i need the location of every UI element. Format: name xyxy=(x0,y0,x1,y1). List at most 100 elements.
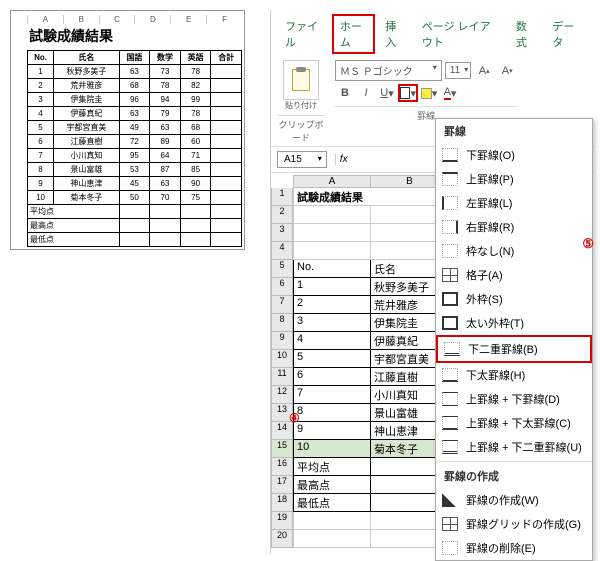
border-menu-item[interactable]: 格子(A) xyxy=(436,263,592,287)
border-menu-item[interactable]: 罫線グリッドの作成(G) xyxy=(436,512,592,536)
border-menu-item[interactable]: 枠なし(N) xyxy=(436,239,592,263)
underline-button[interactable]: U▾ xyxy=(377,84,397,102)
border-menu-item[interactable]: 下太罫線(H) xyxy=(436,363,592,387)
border-menu-item[interactable]: 上罫線 + 下罫線(D) xyxy=(436,387,592,411)
pen-icon xyxy=(442,493,458,507)
font-name-select[interactable]: ＭＳ Ｐゴシック xyxy=(335,60,442,81)
border-menu-item[interactable]: 左罫線(L) xyxy=(436,191,592,215)
tab-insert[interactable]: 挿入 xyxy=(377,14,411,54)
name-box[interactable]: A15 xyxy=(277,151,327,168)
cell[interactable]: 8 xyxy=(293,404,371,422)
tab-pagelayout[interactable]: ページ レイアウト xyxy=(414,14,506,54)
row-header[interactable]: 15 xyxy=(271,440,293,458)
row-header[interactable]: 2 xyxy=(271,206,293,224)
cell[interactable]: 10 xyxy=(293,440,371,458)
cell[interactable]: 7 xyxy=(293,386,371,404)
row-header[interactable]: 5 xyxy=(271,260,293,278)
menu-item-label: 下太罫線(H) xyxy=(466,367,525,383)
font-color-button[interactable]: A▾ xyxy=(440,84,460,102)
border-menu-item[interactable]: 上罫線 + 下二重罫線(U) xyxy=(436,435,592,459)
border-menu-item[interactable]: 外枠(S) xyxy=(436,287,592,311)
border-menu-item[interactable]: 罫線の削除(E) xyxy=(436,536,592,560)
row-header[interactable]: 19 xyxy=(271,512,293,530)
fill-color-button[interactable]: ▾ xyxy=(419,84,439,102)
cell[interactable] xyxy=(293,224,371,242)
btdbl-icon xyxy=(442,440,458,454)
row-header[interactable]: 6 xyxy=(271,278,293,296)
decrease-font-icon[interactable]: A▾ xyxy=(497,62,517,80)
border-menu-item[interactable]: 上罫線(P) xyxy=(436,167,592,191)
border-menu-item[interactable]: 上罫線 + 下太罫線(C) xyxy=(436,411,592,435)
menu-item-label: 罫線の削除(E) xyxy=(466,540,536,556)
row-header[interactable]: 9 xyxy=(271,332,293,350)
cell[interactable]: 9 xyxy=(293,422,371,440)
cell[interactable]: 3 xyxy=(293,314,371,332)
menu-item-label: 枠なし(N) xyxy=(466,243,514,259)
cell[interactable] xyxy=(293,206,371,224)
border-menu-title: 罫線 xyxy=(436,119,592,143)
italic-button[interactable]: I xyxy=(356,84,376,102)
row-header[interactable]: 11 xyxy=(271,368,293,386)
cell[interactable]: 2 xyxy=(293,296,371,314)
col-header-a[interactable]: A xyxy=(293,175,371,188)
menu-item-label: 格子(A) xyxy=(466,267,503,283)
menu-item-label: 太い外枠(T) xyxy=(466,315,524,331)
row-header[interactable]: 17 xyxy=(271,476,293,494)
menu-item-label: 右罫線(R) xyxy=(466,219,514,235)
row-header[interactable]: 18 xyxy=(271,494,293,512)
tab-data[interactable]: データ xyxy=(544,14,588,54)
increase-font-icon[interactable]: A▴ xyxy=(474,62,494,80)
border-menu-item[interactable]: 下罫線(O) xyxy=(436,143,592,167)
clipboard-icon xyxy=(292,69,310,91)
row-header[interactable]: 1 xyxy=(271,188,293,206)
cell[interactable] xyxy=(293,242,371,260)
row-header[interactable]: 20 xyxy=(271,530,293,548)
preview-pane: A B C D E F 試験成績結果 No.氏名国語数学英語合計 1秋野多美子6… xyxy=(10,10,245,250)
row-header[interactable]: 8 xyxy=(271,314,293,332)
tab-file[interactable]: ファイル xyxy=(277,14,330,54)
bout-icon xyxy=(442,292,458,306)
paste-button[interactable] xyxy=(283,60,319,100)
btop-icon xyxy=(442,172,458,186)
fx-icon[interactable]: fx xyxy=(331,154,348,165)
font-group: ＭＳ Ｐゴシック 11 A▴ A▾ B I U▾ ▾ ▾ A▾ 罫線 xyxy=(335,60,517,122)
menu-item-label: 罫線グリッドの作成(G) xyxy=(466,516,581,532)
menu-item-label: 外枠(S) xyxy=(466,291,503,307)
cell[interactable]: 5 xyxy=(293,350,371,368)
cell[interactable]: 試験成績結果 xyxy=(293,188,449,206)
clipboard-group: 貼り付け クリップボード xyxy=(277,60,325,144)
row-header[interactable]: 10 xyxy=(271,350,293,368)
bold-button[interactable]: B xyxy=(335,84,355,102)
border-menu-item[interactable]: 下二重罫線(B) xyxy=(436,335,592,363)
border-menu-item[interactable]: 右罫線(R) xyxy=(436,215,592,239)
clipboard-group-label: クリップボード xyxy=(277,115,325,144)
row-header[interactable]: 7 xyxy=(271,296,293,314)
tab-home[interactable]: ホーム xyxy=(332,14,375,54)
row-header[interactable]: 4 xyxy=(271,242,293,260)
preview-col-headers: A B C D E F xyxy=(13,15,242,24)
menu-item-label: 罫線の作成(W) xyxy=(466,492,539,508)
border-menu-item[interactable]: 罫線の作成(W) xyxy=(436,488,592,512)
cell[interactable]: 平均点 xyxy=(293,458,371,476)
font-size-select[interactable]: 11 xyxy=(445,62,471,79)
grid4-icon xyxy=(442,268,458,282)
row-header[interactable]: 16 xyxy=(271,458,293,476)
row-header[interactable]: 12 xyxy=(271,386,293,404)
cell[interactable]: No. xyxy=(293,260,371,278)
tab-formulas[interactable]: 数式 xyxy=(508,14,542,54)
cell[interactable] xyxy=(293,512,371,530)
cell[interactable]: 最高点 xyxy=(293,476,371,494)
cell[interactable]: 最低点 xyxy=(293,494,371,512)
cell[interactable]: 6 xyxy=(293,368,371,386)
ribbon-tabs: ファイル ホーム 挿入 ページ レイアウト 数式 データ xyxy=(271,10,594,54)
cell[interactable]: 4 xyxy=(293,332,371,350)
cell[interactable]: 1 xyxy=(293,278,371,296)
bleft-icon xyxy=(442,196,458,210)
menu-item-label: 上罫線(P) xyxy=(466,171,514,187)
border-menu-item[interactable]: 太い外枠(T) xyxy=(436,311,592,335)
border-dropdown[interactable]: ▾ xyxy=(398,84,418,102)
cell[interactable] xyxy=(293,530,371,548)
preview-table: No.氏名国語数学英語合計 1秋野多美子6373782荒井雅彦6878823伊集… xyxy=(27,50,242,247)
row-header[interactable]: 3 xyxy=(271,224,293,242)
menu-item-label: 下罫線(O) xyxy=(466,147,515,163)
